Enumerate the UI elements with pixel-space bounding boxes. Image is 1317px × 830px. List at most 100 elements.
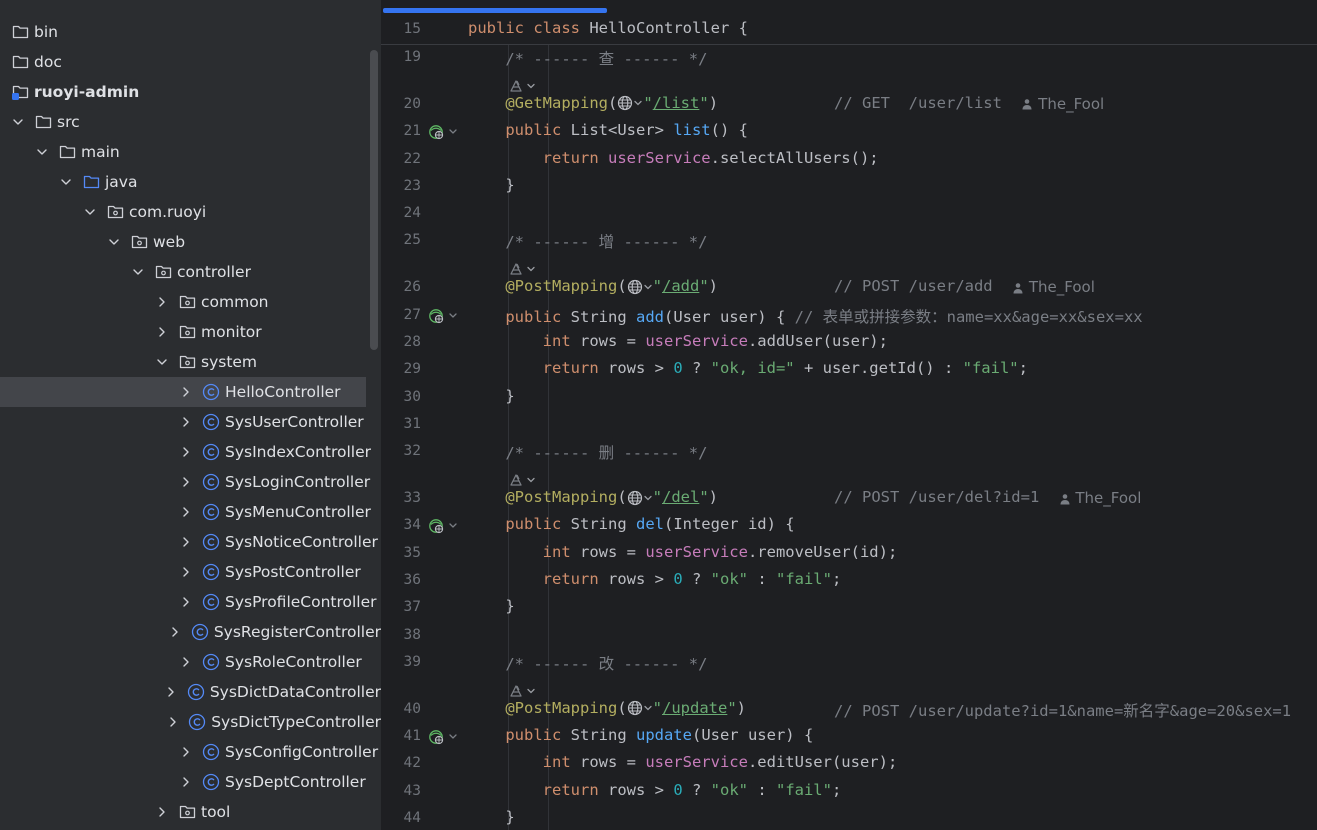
web-endpoint-icon bbox=[508, 76, 526, 94]
tree-item-sysdicttypecontroller[interactable]: SysDictTypeController bbox=[0, 707, 381, 737]
tree-item-sysregistercontroller[interactable]: SysRegisterController bbox=[0, 617, 381, 647]
tree-item-ruoyi-admin[interactable]: ruoyi-admin bbox=[0, 77, 381, 107]
author-hint[interactable]: The_Fool bbox=[1059, 489, 1142, 507]
line-number: 23 bbox=[403, 177, 421, 194]
line-number: 36 bbox=[403, 571, 421, 588]
chevron-right-icon[interactable] bbox=[179, 655, 193, 669]
author-name: The_Fool bbox=[1075, 489, 1142, 507]
globe-icon[interactable] bbox=[627, 488, 653, 506]
chevron-down-icon[interactable] bbox=[83, 205, 97, 219]
tree-item-sysprofilecontroller[interactable]: SysProfileController bbox=[0, 587, 381, 617]
code-token: del bbox=[635, 515, 664, 534]
code-token: ? bbox=[682, 780, 711, 799]
code-token: .removeUser(id); bbox=[747, 542, 898, 561]
chevron-right-icon[interactable] bbox=[179, 565, 193, 579]
code-token: public bbox=[505, 121, 571, 140]
bean-icon[interactable] bbox=[428, 307, 458, 325]
chevron-right-icon[interactable] bbox=[179, 535, 193, 549]
chevron-right-icon[interactable] bbox=[179, 595, 193, 609]
tree-item-com-ruoyi[interactable]: com.ruoyi bbox=[0, 197, 381, 227]
code-token: add bbox=[635, 307, 664, 326]
chevron-right-icon[interactable] bbox=[179, 385, 193, 399]
tree-item-web[interactable]: web bbox=[0, 227, 381, 257]
code-token: /* ------ 删 ------ */ bbox=[468, 444, 708, 463]
chevron-right-icon[interactable] bbox=[179, 775, 193, 789]
code-token: /* ------ 改 ------ */ bbox=[468, 654, 708, 673]
globe-icon[interactable] bbox=[627, 699, 653, 717]
chevron-down-icon[interactable] bbox=[59, 175, 73, 189]
web-endpoint-hint[interactable] bbox=[508, 681, 536, 699]
module-folder-icon bbox=[11, 84, 29, 100]
code-token: String bbox=[570, 515, 636, 534]
tree-item-label: SysPostController bbox=[225, 563, 361, 581]
tree-scrollbar[interactable] bbox=[370, 50, 378, 350]
bean-icon[interactable] bbox=[428, 123, 458, 141]
bean-icon[interactable] bbox=[428, 728, 458, 746]
chevron-down-icon[interactable] bbox=[155, 355, 169, 369]
tree-item-tool[interactable]: tool bbox=[0, 797, 381, 827]
tree-item-hellocontroller[interactable]: HelloController bbox=[0, 377, 366, 407]
chevron-right-icon[interactable] bbox=[169, 625, 182, 639]
tree-item-sysindexcontroller[interactable]: SysIndexController bbox=[0, 437, 381, 467]
chevron-right-icon[interactable] bbox=[165, 685, 178, 699]
bean-icon[interactable] bbox=[428, 517, 458, 535]
tree-item-sysnoticecontroller[interactable]: SysNoticeController bbox=[0, 527, 381, 557]
tree-item-sysusercontroller[interactable]: SysUserController bbox=[0, 407, 381, 437]
code-line: /* ------ 增 ------ */ bbox=[468, 230, 707, 252]
chevron-right-icon[interactable] bbox=[179, 505, 193, 519]
tree-item-controller[interactable]: controller bbox=[0, 257, 381, 287]
chevron-right-icon[interactable] bbox=[179, 415, 193, 429]
chevron-down-icon[interactable] bbox=[11, 115, 25, 129]
tree-item-monitor[interactable]: monitor bbox=[0, 317, 381, 347]
author-hint[interactable]: The_Fool bbox=[1012, 278, 1095, 296]
chevron-right-icon[interactable] bbox=[179, 445, 193, 459]
web-endpoint-hint[interactable] bbox=[508, 260, 536, 278]
tree-item-label: controller bbox=[177, 263, 251, 281]
sticky-class-header[interactable]: 15 public class HelloController { bbox=[381, 15, 1317, 45]
chevron-down-icon[interactable] bbox=[131, 265, 145, 279]
tree-item-syspostcontroller[interactable]: SysPostController bbox=[0, 557, 381, 587]
endpoint-path[interactable]: /add bbox=[662, 277, 699, 295]
folder-icon bbox=[34, 114, 52, 130]
globe-icon[interactable] bbox=[627, 277, 653, 295]
endpoint-path[interactable]: /list bbox=[653, 94, 700, 112]
tree-item-sysconfigcontroller[interactable]: SysConfigController bbox=[0, 737, 381, 767]
code-token: return bbox=[542, 359, 608, 378]
chevron-right-icon[interactable] bbox=[155, 805, 169, 819]
endpoint-path[interactable]: /update bbox=[662, 699, 727, 717]
author-name: The_Fool bbox=[1028, 278, 1095, 297]
tree-item-src[interactable]: src bbox=[0, 107, 381, 137]
tree-item-bin[interactable]: bin bbox=[0, 17, 381, 47]
tree-item-sysdeptcontroller[interactable]: SysDeptController bbox=[0, 767, 381, 797]
globe-icon[interactable] bbox=[617, 94, 643, 112]
web-endpoint-hint[interactable] bbox=[508, 76, 536, 94]
chevron-right-icon[interactable] bbox=[179, 745, 193, 759]
chevron-right-icon[interactable] bbox=[155, 325, 169, 339]
web-endpoint-icon bbox=[508, 681, 526, 699]
code-line: public String del(Integer id) { bbox=[468, 515, 794, 534]
chevron-down-icon[interactable] bbox=[35, 145, 49, 159]
code-editor[interactable]: 19 /* ------ 查 ------ */ 20 @GetMapping("… bbox=[381, 0, 1317, 830]
tree-item-main[interactable]: main bbox=[0, 137, 381, 167]
tree-item-sysmenucontroller[interactable]: SysMenuController bbox=[0, 497, 381, 527]
tree-item-java[interactable]: java bbox=[0, 167, 381, 197]
chevron-right-icon[interactable] bbox=[166, 715, 179, 729]
tree-item-syslogincontroller[interactable]: SysLoginController bbox=[0, 467, 381, 497]
tree-item-system[interactable]: system bbox=[0, 347, 381, 377]
code-token: userService bbox=[607, 148, 711, 167]
tree-item-label: SysDictDataController bbox=[209, 683, 381, 701]
web-endpoint-hint[interactable] bbox=[508, 470, 536, 488]
chevron-right-icon[interactable] bbox=[155, 295, 169, 309]
code-token: /* ------ 增 ------ */ bbox=[468, 233, 708, 252]
chevron-down-icon[interactable] bbox=[107, 235, 121, 249]
tree-item-common[interactable]: common bbox=[0, 287, 381, 317]
tree-item-doc[interactable]: doc bbox=[0, 47, 381, 77]
endpoint-path[interactable]: /del bbox=[662, 488, 699, 506]
chevron-right-icon[interactable] bbox=[179, 475, 193, 489]
tree-item-label: web bbox=[153, 233, 186, 251]
code-line: } bbox=[468, 176, 514, 194]
tree-item-sysrolecontroller[interactable]: SysRoleController bbox=[0, 647, 381, 677]
author-hint[interactable]: The_Fool bbox=[1021, 95, 1104, 113]
tree-item-sysdictdatacontroller[interactable]: SysDictDataController bbox=[0, 677, 381, 707]
